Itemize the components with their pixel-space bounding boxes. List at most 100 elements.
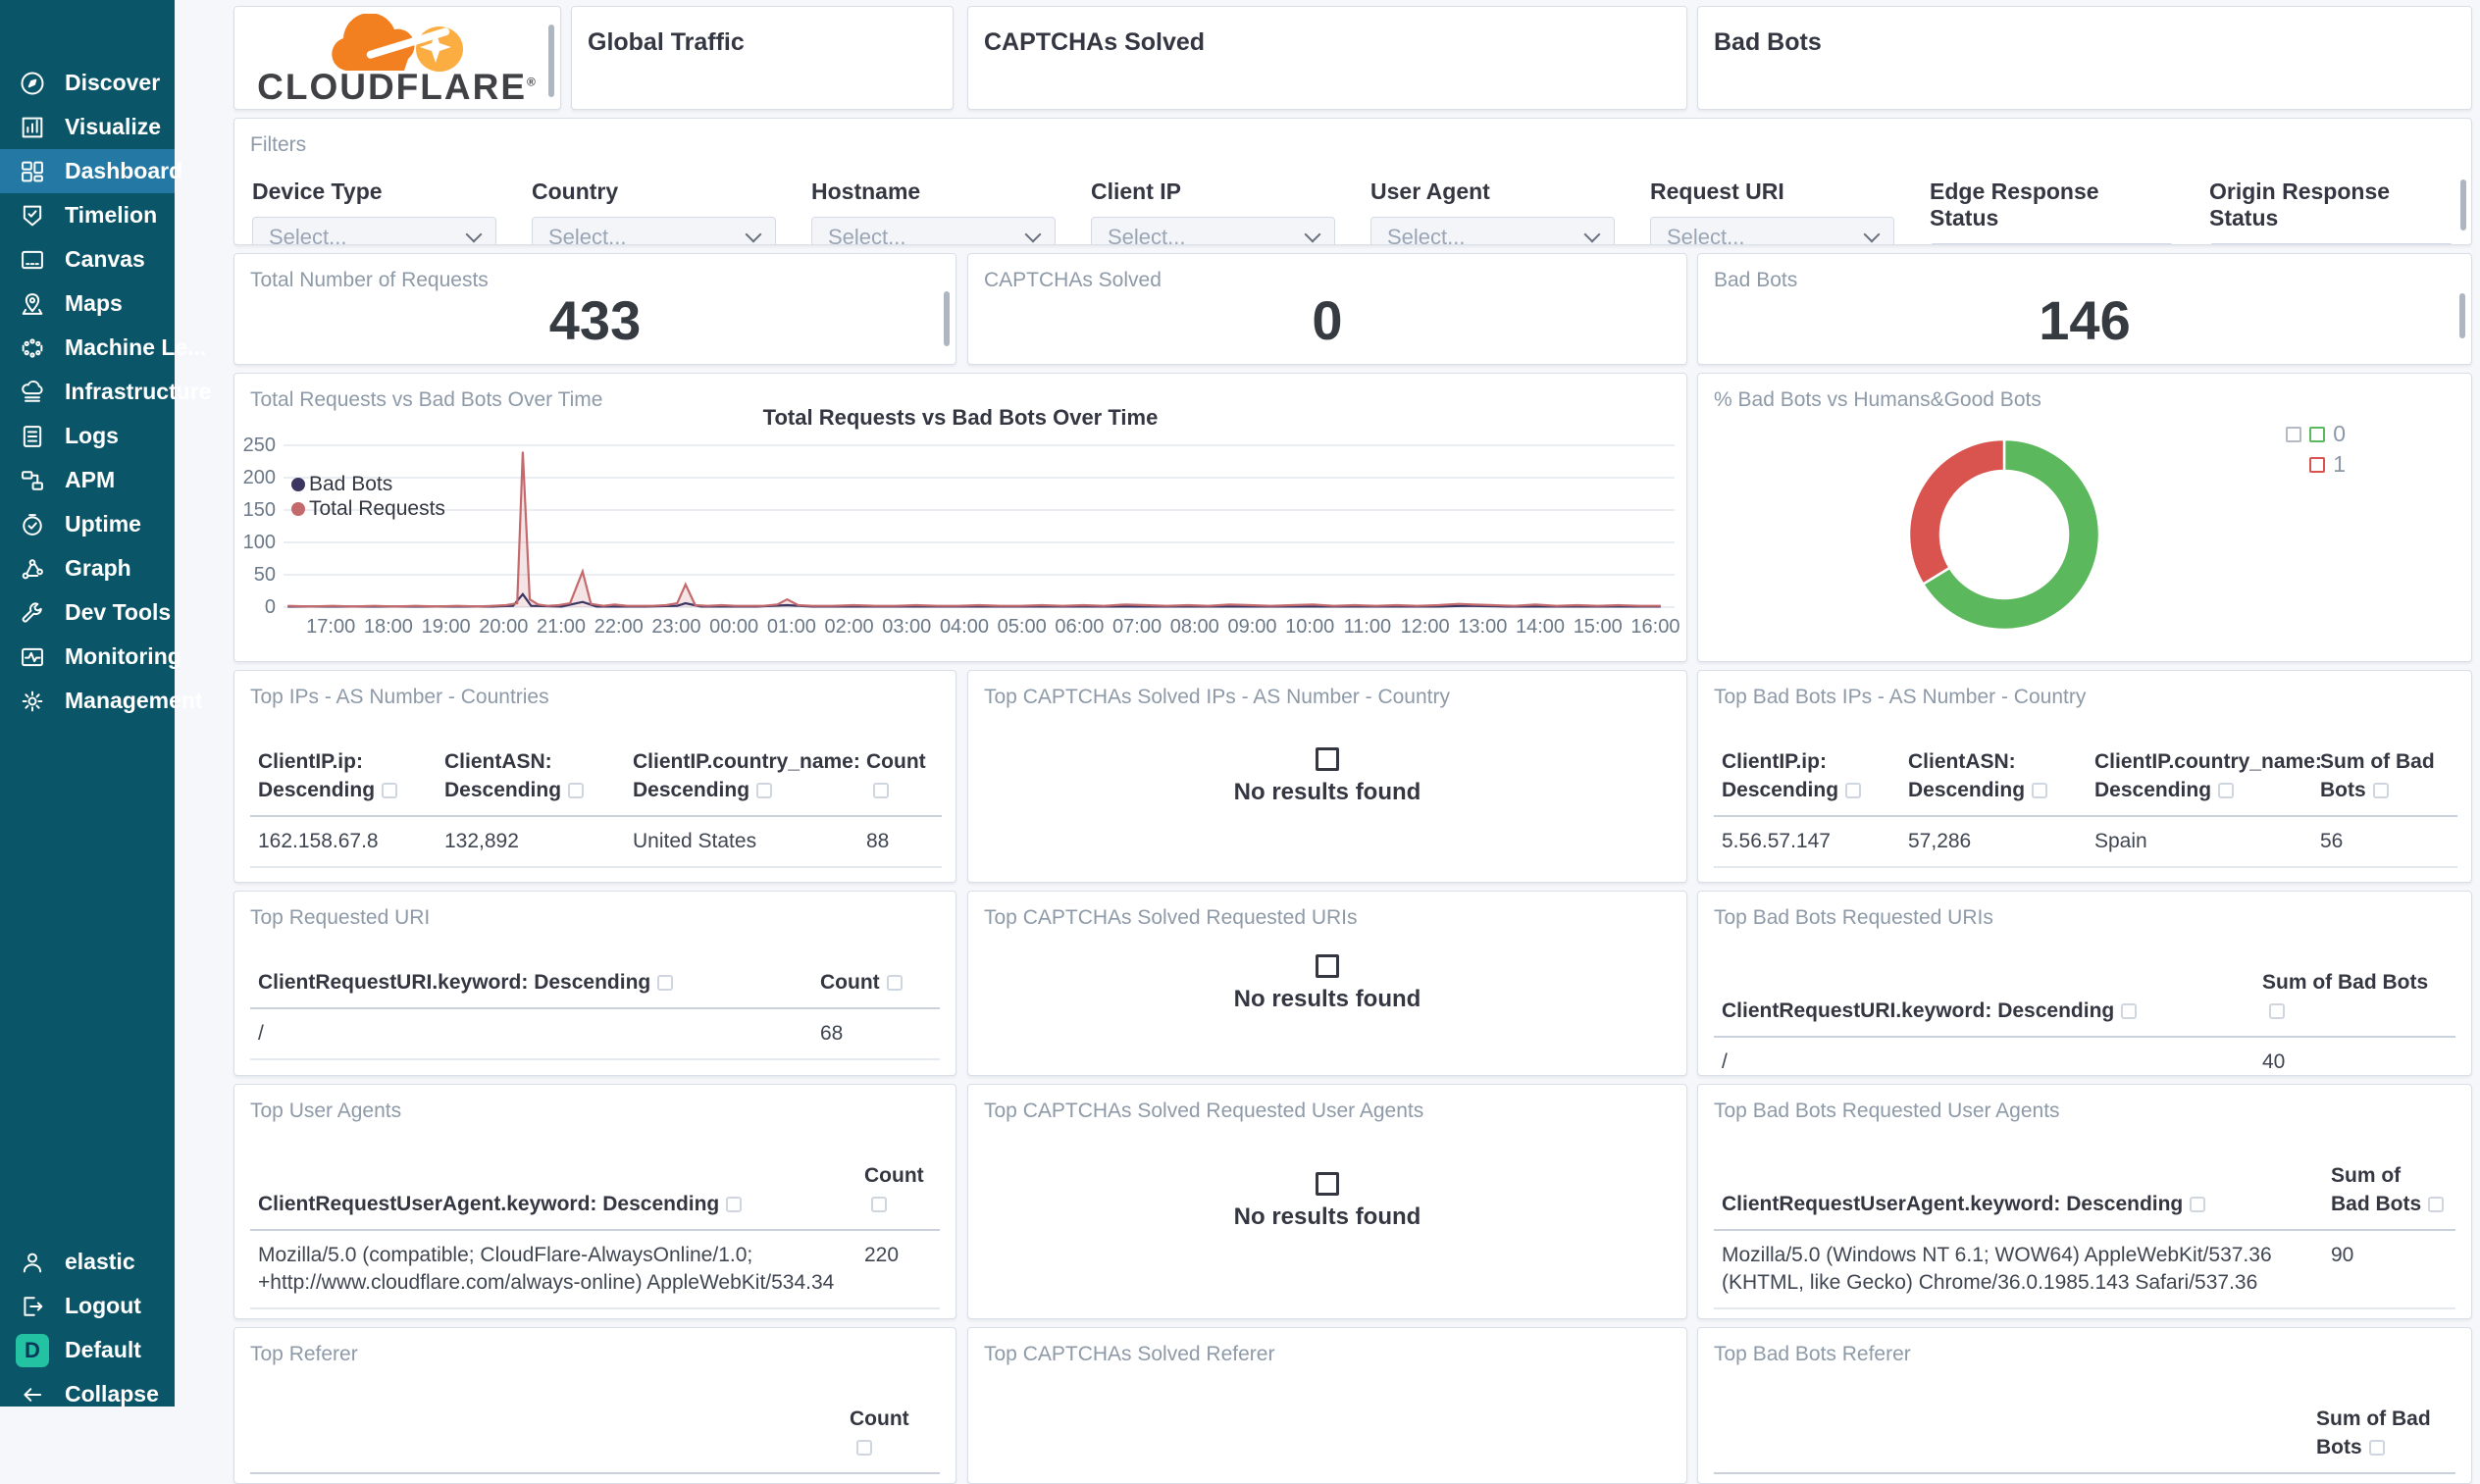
sidebar-item-infrastructure[interactable]: Infrastructure — [0, 370, 212, 414]
sidebar-item-monitoring[interactable]: Monitoring — [0, 635, 181, 679]
legend-extra-square-icon[interactable] — [2286, 426, 2302, 442]
sidebar-item-graph[interactable]: Graph — [0, 546, 175, 590]
panel-scrollbar[interactable] — [2459, 293, 2465, 338]
column-header[interactable] — [1714, 1396, 2308, 1475]
column-header[interactable]: ClientRequestUserAgent.keyword: Descendi… — [250, 1152, 856, 1232]
legend-label: 1 — [2333, 451, 2346, 477]
column-header[interactable]: Sum of Bad Bots — [2254, 959, 2455, 1039]
sort-checkbox-icon — [2269, 1003, 2285, 1020]
column-header[interactable]: ClientRequestURI.keyword: Descending — [250, 959, 812, 1010]
table-row: 178.128.193.15814,061Netherlands54 — [1714, 866, 2457, 882]
sidebar-item-label: Maps — [65, 290, 123, 316]
column-header[interactable]: Count — [856, 1152, 940, 1232]
panel-scrollbar[interactable] — [548, 25, 554, 97]
top-uri-table: ClientRequestURI.keyword: Descending Coun… — [250, 959, 940, 1075]
svg-text:200: 200 — [243, 467, 276, 488]
dashboard-icon — [16, 157, 49, 186]
sidebar-item-canvas[interactable]: Canvas — [0, 237, 175, 281]
column-header[interactable]: Count — [812, 959, 940, 1010]
chevron-down-icon — [745, 226, 762, 243]
sidebar-item-logs[interactable]: Logs — [0, 414, 175, 458]
column-header[interactable]: ClientIP.country_name: Descending — [625, 739, 860, 818]
column-header[interactable]: ClientRequestURI.keyword: Descending — [1714, 959, 2254, 1039]
legend-item-bad-bots[interactable]: Bad Bots — [291, 472, 445, 496]
captchas-solved-header-panel: CAPTCHAs Solved — [967, 6, 1687, 110]
sidebar-item-apm[interactable]: APM — [0, 458, 175, 502]
graph-icon — [16, 554, 49, 584]
column-header[interactable]: Count — [842, 1396, 940, 1475]
no-results: No results found — [968, 892, 1686, 1075]
table-row: 162.158.67.8 132,892 United States 88 — [250, 816, 942, 868]
column-header[interactable]: ClientIP.country_name: Descending — [2087, 739, 2322, 818]
table-row: Mozilla/5.0 (compatible; CloudFlare-Alwa… — [250, 1230, 940, 1309]
table-cell: 132,892 — [437, 816, 625, 868]
legend-square-icon — [2309, 456, 2326, 473]
logout-icon — [16, 1292, 49, 1321]
sidebar-footer-item-logout[interactable]: Logout — [0, 1284, 175, 1328]
machine-learning-icon — [16, 333, 49, 363]
svg-text:08:00: 08:00 — [1170, 616, 1219, 638]
table-panel-title: Top User Agents — [250, 1100, 402, 1122]
column-header[interactable]: ClientIP.ip: Descending — [1714, 739, 1900, 818]
table-cell: Mozilla/5.0 (compatible; CloudFlare-Alwa… — [250, 1230, 856, 1309]
select-placeholder: Select... — [548, 225, 627, 245]
column-header[interactable]: Sum of Bad Bots — [2312, 739, 2457, 818]
sidebar-footer-item-default[interactable]: D Default — [0, 1328, 175, 1372]
column-header[interactable]: Count — [858, 739, 942, 818]
filter-select-device-type[interactable]: Select... — [252, 217, 496, 244]
column-header[interactable]: ClientRequestUserAgent.keyword: Descendi… — [1714, 1152, 2323, 1232]
sidebar-item-management[interactable]: Management — [0, 679, 203, 723]
line-chart: 0 50 100 150 200 250 17:00 18:00 19:00 20:00 21:00… — [234, 374, 1686, 661]
table-cell: 35 — [812, 1058, 940, 1075]
filter-select-country[interactable]: Select... — [532, 217, 776, 245]
legend-item-total-requests[interactable]: Total Requests — [291, 496, 445, 521]
sidebar-nav: Discover Visualize Dashboard Timelion Canvas… — [0, 0, 212, 723]
table-cell: / — [250, 1008, 812, 1060]
sidebar-item-dev-tools[interactable]: Dev Tools — [0, 590, 175, 635]
legend-item-0[interactable]: 0 — [2286, 419, 2346, 449]
column-header[interactable]: ClientASN: Descending — [437, 739, 625, 818]
sidebar-item-timelion[interactable]: Timelion — [0, 193, 175, 237]
column-header[interactable]: ClientASN: Descending — [1900, 739, 2087, 818]
panel-scrollbar[interactable] — [2460, 179, 2466, 230]
sidebar-item-discover[interactable]: Discover — [0, 61, 175, 105]
table-cell: 178.128.193.158 — [1714, 866, 1900, 882]
filter-select-origin-response-status[interactable]: Select... — [2209, 243, 2454, 244]
top-bad-referer-panel: Top Bad Bots Referer Sum of Bad Bots — [1697, 1327, 2472, 1484]
sidebar-item-label: Canvas — [65, 246, 145, 272]
column-header[interactable]: Sum of Bad Bots — [2323, 1152, 2455, 1232]
sidebar-item-label: Uptime — [65, 511, 141, 537]
sidebar-item-label: Graph — [65, 555, 131, 581]
pie-slice-1[interactable] — [1907, 437, 2006, 587]
column-header[interactable] — [250, 1396, 842, 1475]
sidebar-item-label: Logout — [65, 1293, 141, 1318]
sidebar-item-machine-le[interactable]: Machine Le... — [0, 326, 206, 370]
panel-scrollbar[interactable] — [944, 291, 950, 346]
filter-select-user-agent[interactable]: Select... — [1370, 217, 1615, 244]
filter-label: Edge Response Status — [1930, 179, 2099, 231]
sidebar-item-dashboard[interactable]: Dashboard — [0, 149, 182, 193]
svg-text:09:00: 09:00 — [1227, 616, 1276, 638]
sidebar-item-uptime[interactable]: Uptime — [0, 502, 175, 546]
svg-text:01:00: 01:00 — [767, 616, 816, 638]
column-header[interactable]: ClientIP.ip: Descending — [250, 739, 437, 818]
filter-select-hostname[interactable]: Select... — [811, 217, 1056, 244]
filter-select-client-ip[interactable]: Select... — [1091, 217, 1335, 245]
svg-text:23:00: 23:00 — [651, 616, 700, 638]
column-header[interactable]: Sum of Bad Bots — [2308, 1396, 2455, 1475]
sidebar-item-maps[interactable]: Maps — [0, 281, 175, 326]
sidebar-item-label: Dev Tools — [65, 599, 172, 625]
sidebar-footer-item-elastic[interactable]: elastic — [0, 1240, 175, 1284]
svg-text:50: 50 — [254, 564, 276, 586]
sidebar-footer-item-collapse[interactable]: Collapse — [0, 1372, 175, 1416]
legend-item-1[interactable]: 1 — [2286, 449, 2346, 480]
table-cell: 162.158.68.147 — [250, 866, 437, 882]
select-placeholder: Select... — [1108, 225, 1186, 245]
sidebar-item-visualize[interactable]: Visualize — [0, 105, 175, 149]
top-captcha-referer-panel: Top CAPTCHAs Solved Referer — [967, 1327, 1687, 1484]
svg-text:10:00: 10:00 — [1285, 616, 1334, 638]
table-panel-title: Top IPs - AS Number - Countries — [250, 686, 549, 708]
filter-select-edge-response-status[interactable]: Select... — [1930, 243, 2174, 244]
filter-select-request-uri[interactable]: Select... — [1650, 217, 1894, 244]
chevron-down-icon — [465, 226, 483, 243]
